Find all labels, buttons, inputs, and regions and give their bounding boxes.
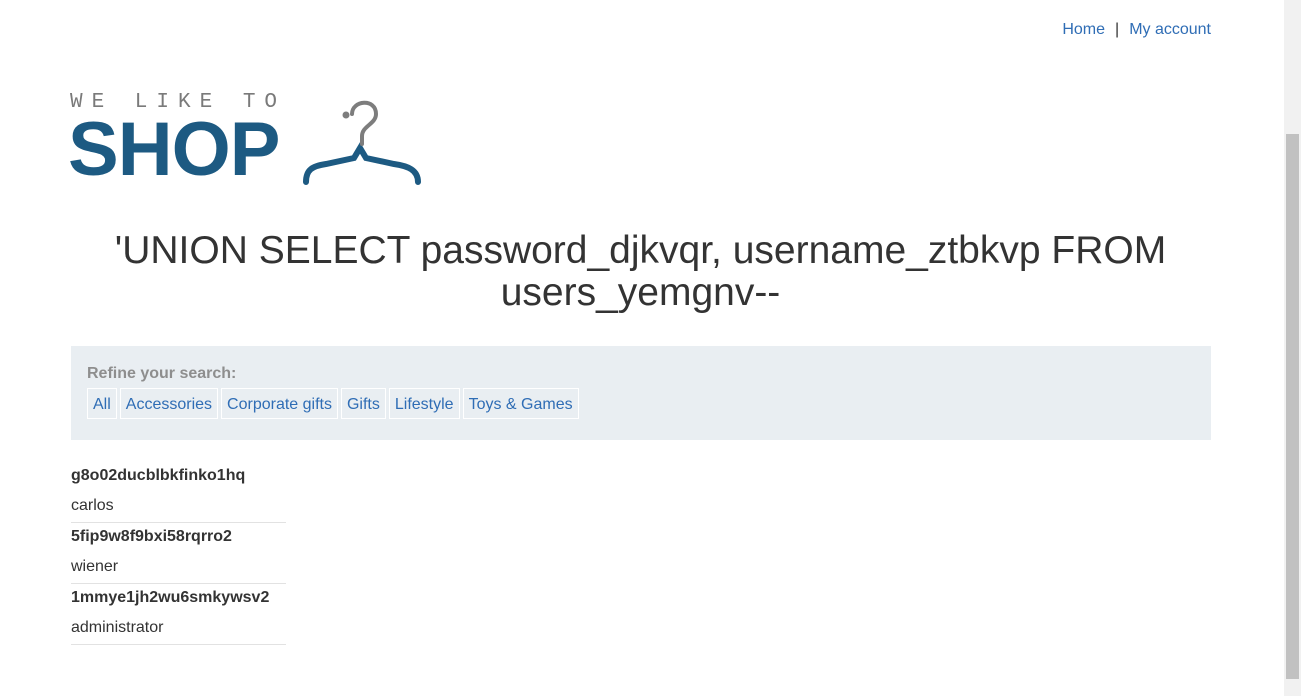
list-item: 5fip9w8f9bxi58rqrro2 wiener bbox=[71, 523, 286, 584]
page-heading: 'UNION SELECT password_djkvqr, username_… bbox=[114, 229, 1167, 314]
filter-gifts[interactable]: Gifts bbox=[340, 388, 386, 419]
my-account-link[interactable]: My account bbox=[1129, 21, 1211, 39]
nav-separator: | bbox=[1115, 21, 1120, 38]
filter-corporate-gifts[interactable]: Corporate gifts bbox=[221, 388, 338, 419]
filter-lifestyle[interactable]: Lifestyle bbox=[388, 388, 460, 419]
results-list: g8o02ducblbkfinko1hq carlos 5fip9w8f9bxi… bbox=[71, 462, 286, 645]
result-subtitle: wiener bbox=[71, 558, 119, 575]
logo-wordmark: SHOP bbox=[68, 107, 280, 192]
list-item: g8o02ducblbkfinko1hq carlos bbox=[71, 462, 286, 523]
scrollbar-thumb[interactable] bbox=[1286, 134, 1299, 679]
vertical-scrollbar[interactable] bbox=[1284, 0, 1301, 696]
result-title: g8o02ducblbkfinko1hq bbox=[71, 467, 246, 484]
result-title: 1mmye1jh2wu6smkywsv2 bbox=[71, 589, 270, 606]
filter-all[interactable]: All bbox=[87, 388, 117, 419]
filter-label: Refine your search: bbox=[87, 365, 237, 382]
filter-accessories[interactable]: Accessories bbox=[119, 388, 219, 419]
page: Home | My account WE LIKE TO SHOP 'UNION… bbox=[0, 0, 1284, 696]
filter-panel: Refine your search: All Accessories Corp… bbox=[71, 346, 1211, 440]
result-title: 5fip9w8f9bxi58rqrro2 bbox=[71, 528, 232, 545]
result-subtitle: carlos bbox=[71, 497, 114, 514]
top-nav: Home | My account bbox=[1062, 21, 1211, 39]
list-item: 1mmye1jh2wu6smkywsv2 administrator bbox=[71, 584, 286, 645]
result-subtitle: administrator bbox=[71, 619, 164, 636]
filter-toys-games[interactable]: Toys & Games bbox=[462, 388, 579, 419]
site-logo[interactable]: WE LIKE TO SHOP bbox=[68, 92, 430, 192]
home-link[interactable]: Home bbox=[1062, 21, 1105, 39]
category-filters: All Accessories Corporate gifts Gifts Li… bbox=[87, 388, 579, 419]
hanger-icon bbox=[303, 100, 421, 185]
